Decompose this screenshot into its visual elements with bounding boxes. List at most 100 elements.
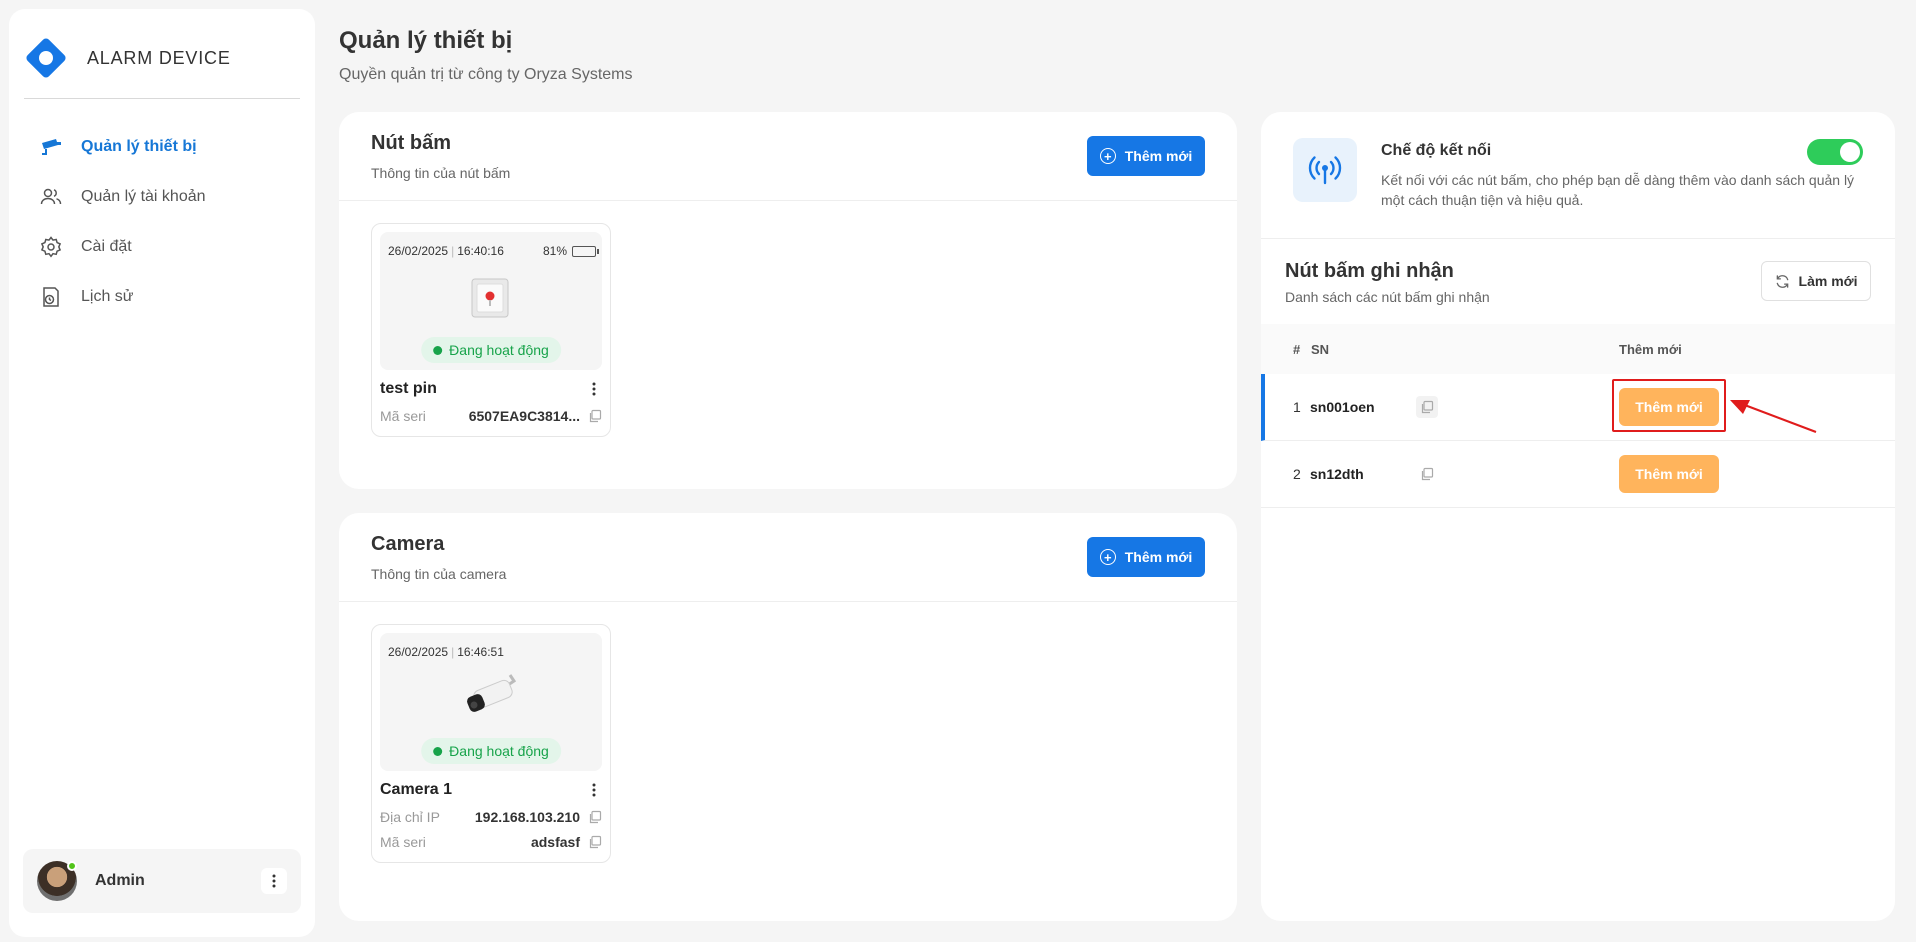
brand-name: ALARM DEVICE [87, 47, 231, 68]
table-row[interactable]: 2 sn12dth Thêm mới [1261, 441, 1895, 508]
connection-panel: Chế độ kết nối Kết nối với các nút bấm, … [1261, 112, 1895, 921]
serial-value: 6507EA9C3814... [468, 408, 580, 424]
connection-mode-description: Kết nối với các nút bấm, cho phép bạn dễ… [1381, 172, 1855, 208]
page-title: Quản lý thiết bị [339, 27, 513, 54]
serial-label: Mã seri [380, 408, 426, 424]
camera-card: Camera Thông tin của camera + Thêm mới 2… [339, 513, 1237, 921]
copy-icon[interactable] [1416, 396, 1438, 418]
ip-label: Địa chỉ IP [380, 809, 440, 825]
add-button-label: Thêm mới [1124, 549, 1193, 565]
refresh-label: Làm mới [1798, 273, 1858, 289]
serial-value: adsfasf [530, 834, 580, 850]
sidebar-item-label: Cài đặt [81, 238, 132, 255]
buttons-card: Nút bấm Thông tin của nút bấm + Thêm mới… [339, 112, 1237, 489]
sidebar-item-device-management[interactable]: Quản lý thiết bị [9, 122, 315, 172]
add-button-device-button[interactable]: + Thêm mới [1087, 136, 1205, 176]
card-subtitle: Thông tin của nút bấm [371, 165, 511, 181]
status-dot [433, 746, 443, 756]
device-menu-button[interactable] [586, 780, 602, 800]
history-icon [39, 285, 63, 309]
device-preview: 26/02/2025 | 16:46:51 Đang hoạt động [380, 633, 602, 771]
copy-icon[interactable] [588, 835, 602, 849]
device-name-row: test pin [372, 379, 610, 399]
broadcast-signal-icon [1308, 156, 1342, 185]
sidebar-nav: Quản lý thiết bị Quản lý tài khoản Cài đ… [9, 122, 315, 322]
device-preview: 26/02/2025 | 16:40:16 81% Đang hoạt động [380, 232, 602, 370]
card-divider [339, 601, 1237, 602]
device-timestamp: 26/02/2025 | 16:46:51 [388, 645, 504, 659]
device-name: Camera 1 [380, 781, 453, 798]
device-date: 26/02/2025 [388, 244, 449, 258]
kebab-icon [592, 382, 596, 396]
copy-icon[interactable] [588, 810, 602, 824]
refresh-button[interactable]: Làm mới [1761, 261, 1871, 301]
sidebar-item-history[interactable]: Lịch sử [9, 272, 315, 322]
avatar[interactable] [37, 861, 77, 901]
add-button-label: Thêm mới [1124, 148, 1193, 164]
recorded-buttons-subtitle: Danh sách các nút bấm ghi nhận [1285, 289, 1490, 305]
recorded-buttons-title: Nút bấm ghi nhận [1285, 260, 1454, 282]
sidebar-item-settings[interactable]: Cài đặt [9, 222, 315, 272]
column-header-number: # [1293, 341, 1301, 357]
status-badge: Đang hoạt động [421, 337, 561, 363]
card-subtitle: Thông tin của camera [371, 566, 507, 582]
device-time: 16:40:16 [457, 244, 504, 258]
add-recorded-button[interactable]: Thêm mới [1619, 455, 1719, 493]
sidebar-item-label: Lịch sử [81, 288, 134, 305]
panic-button-image-icon [471, 278, 509, 318]
cctv-camera-icon [39, 135, 63, 159]
sidebar-item-account-management[interactable]: Quản lý tài khoản [9, 172, 315, 222]
device-card-button[interactable]: 26/02/2025 | 16:40:16 81% Đang hoạt động t… [371, 223, 611, 437]
add-recorded-button[interactable]: Thêm mới [1619, 388, 1719, 426]
status-badge: Đang hoạt động [421, 738, 561, 764]
user-name: Admin [95, 872, 145, 889]
brand-logo-icon [26, 38, 66, 78]
kebab-icon [592, 783, 596, 797]
sidebar-item-label: Quản lý tài khoản [81, 188, 206, 205]
device-time: 16:46:51 [457, 645, 504, 659]
add-camera-button[interactable]: + Thêm mới [1087, 537, 1205, 577]
card-divider [339, 200, 1237, 201]
status-label: Đang hoạt động [449, 743, 549, 759]
device-card-camera[interactable]: 26/02/2025 | 16:46:51 Đang hoạt động Camer… [371, 624, 611, 863]
device-date: 26/02/2025 [388, 645, 449, 659]
table-header: # SN Thêm mới [1261, 324, 1895, 374]
card-header: Nút bấm Thông tin của nút bấm [371, 132, 510, 181]
plus-circle-icon: + [1099, 549, 1116, 565]
device-menu-button[interactable] [586, 379, 602, 399]
connection-icon-box [1293, 138, 1357, 202]
user-menu-button[interactable] [261, 868, 287, 894]
column-header-sn: SN [1311, 341, 1330, 357]
status-dot [433, 345, 443, 355]
copy-icon[interactable] [1416, 463, 1438, 485]
device-serial-row: Mã seri adsfasf [372, 834, 610, 850]
device-serial-row: Mã seri 6507EA9C3814... [372, 408, 610, 424]
row-number: 1 [1293, 399, 1301, 415]
column-header-action: Thêm mới [1619, 341, 1682, 357]
row-sn: sn12dth [1310, 466, 1364, 482]
plus-circle-icon: + [1099, 148, 1116, 164]
user-profile[interactable]: Admin [23, 849, 301, 913]
device-name: test pin [380, 380, 437, 397]
battery-icon [572, 245, 599, 257]
device-timestamp: 26/02/2025 | 16:40:16 [388, 244, 504, 258]
copy-icon[interactable] [588, 409, 602, 423]
annotation-arrow-icon [1730, 400, 1817, 434]
camera-image-icon [467, 674, 517, 712]
device-ip-row: Địa chỉ IP 192.168.103.210 [372, 809, 610, 825]
brand[interactable]: ALARM DEVICE [25, 37, 231, 79]
panel-divider [1261, 238, 1895, 239]
battery-indicator: 81% [543, 244, 599, 258]
sidebar: ALARM DEVICE Quản lý thiết bị Quản lý tà… [9, 9, 315, 937]
gear-icon [39, 235, 63, 259]
online-status-dot [67, 861, 77, 871]
serial-label: Mã seri [380, 834, 426, 850]
row-number: 2 [1293, 466, 1301, 482]
connection-mode-toggle[interactable] [1807, 139, 1863, 165]
device-name-row: Camera 1 [372, 780, 610, 800]
connection-mode-title: Chế độ kết nối [1381, 142, 1492, 159]
page-subtitle: Quyền quản trị từ công ty Oryza Systems [339, 66, 633, 83]
kebab-icon [272, 874, 276, 888]
row-sn: sn001oen [1310, 399, 1375, 415]
toggle-knob [1840, 142, 1860, 162]
